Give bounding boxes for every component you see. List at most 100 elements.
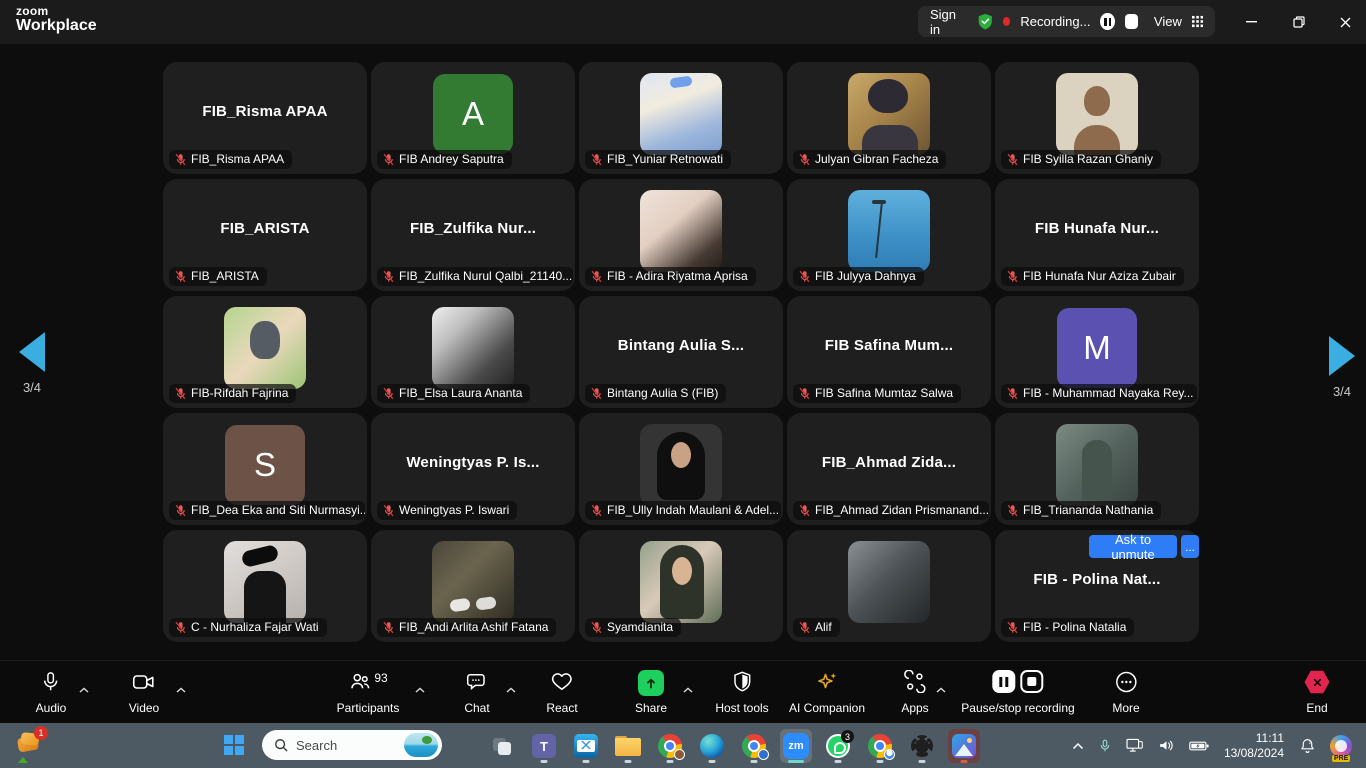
more-button[interactable]: More: [1112, 670, 1139, 715]
participant-tile[interactable]: Weningtyas P. Is... Weningtyas P. Iswari: [371, 413, 575, 525]
start-button[interactable]: [224, 735, 245, 756]
show-hidden-icons-button[interactable]: [1065, 723, 1091, 768]
apps-button[interactable]: Apps: [901, 670, 928, 715]
participant-tile[interactable]: FIB_Risma APAA FIB_Risma APAA: [163, 62, 367, 174]
tray-microphone-icon[interactable]: [1091, 723, 1119, 768]
participant-tile[interactable]: Syamdianita: [579, 530, 783, 642]
apps-icon: [903, 670, 926, 693]
video-button[interactable]: Video: [129, 670, 159, 715]
participant-label: Bintang Aulia S (FIB): [585, 384, 726, 403]
video-options-caret[interactable]: [176, 680, 186, 698]
participants-options-caret[interactable]: [415, 680, 425, 698]
participant-tile[interactable]: FIB_Zulfika Nur... FIB_Zulfika Nurul Qal…: [371, 179, 575, 291]
ai-companion-sparkle-icon: [815, 670, 839, 694]
participant-display-name: FIB Hunafa Nur...: [1035, 220, 1159, 237]
chrome-profile2-icon[interactable]: [738, 729, 770, 763]
gallery-view-grid-icon[interactable]: [1192, 15, 1203, 28]
participant-tile[interactable]: FIB Julyya Dahnya: [787, 179, 991, 291]
share-screen-button[interactable]: Share: [635, 670, 667, 715]
participant-tile[interactable]: FIB_Ully Indah Maulani & Adel...: [579, 413, 783, 525]
window-restore-button[interactable]: [1276, 0, 1322, 44]
search-highlight-image[interactable]: [404, 733, 438, 757]
copilot-button[interactable]: PRE: [1323, 723, 1366, 768]
muted-mic-icon: [590, 504, 603, 517]
edge-browser-icon[interactable]: [696, 729, 728, 763]
tray-volume-icon[interactable]: [1151, 723, 1182, 768]
sign-in-button[interactable]: Sign in: [930, 7, 964, 37]
window-close-button[interactable]: [1322, 0, 1366, 44]
page-indicator-left: 3/4: [12, 380, 52, 395]
share-options-caret[interactable]: [683, 680, 693, 698]
react-button[interactable]: React: [546, 670, 577, 715]
system-tray: 11:11 13/08/2024 z PRE: [1065, 723, 1366, 768]
photos-app-icon[interactable]: [948, 729, 980, 763]
participant-tile[interactable]: Bintang Aulia S... Bintang Aulia S (FIB): [579, 296, 783, 408]
participant-tile[interactable]: S FIB_Dea Eka and Siti Nurmasyi...: [163, 413, 367, 525]
participant-tile[interactable]: FIB Safina Mum... FIB Safina Mumtaz Salw…: [787, 296, 991, 408]
stop-recording-button[interactable]: [1125, 14, 1138, 29]
taskbar-clock[interactable]: 11:11 13/08/2024: [1216, 731, 1292, 761]
teams-app-icon[interactable]: T: [528, 729, 560, 763]
apps-options-caret[interactable]: [936, 680, 946, 698]
chat-button[interactable]: Chat: [464, 670, 489, 715]
task-view-button[interactable]: [486, 729, 518, 763]
participant-tile[interactable]: FIB_Yuniar Retnowati: [579, 62, 783, 174]
previous-page-arrow-icon[interactable]: [19, 332, 45, 372]
participant-label: Syamdianita: [585, 618, 681, 637]
participant-photo: [1056, 73, 1138, 155]
muted-mic-icon: [382, 504, 395, 517]
chrome-profile1-icon[interactable]: [654, 729, 686, 763]
participants-icon: [348, 670, 371, 693]
participant-tile[interactable]: FIB_Andi Arlita Ashif Fatana: [371, 530, 575, 642]
muted-mic-icon: [798, 621, 811, 634]
notification-bell-icon[interactable]: z: [1292, 723, 1323, 768]
participant-tile[interactable]: Julyan Gibran Facheza: [787, 62, 991, 174]
participant-tile[interactable]: FIB_Elsa Laura Ananta: [371, 296, 575, 408]
whatsapp-icon[interactable]: 3: [822, 729, 854, 763]
participant-tile[interactable]: C - Nurhaliza Fajar Wati: [163, 530, 367, 642]
pause-recording-icon-button[interactable]: [993, 670, 1016, 693]
participant-tile[interactable]: A FIB Andrey Saputra: [371, 62, 575, 174]
chat-options-caret[interactable]: [506, 680, 516, 698]
unmute-more-options-button[interactable]: ...: [1181, 535, 1199, 558]
chrome-profile3-icon[interactable]: [864, 729, 896, 763]
search-input[interactable]: Search: [262, 730, 442, 760]
participant-label: FIB_ARISTA: [169, 267, 267, 286]
participants-button[interactable]: 93 Participants: [337, 670, 400, 715]
host-tools-button[interactable]: Host tools: [715, 670, 768, 715]
participant-tile[interactable]: FIB-Rifdah Fajrina: [163, 296, 367, 408]
participant-label: FIB_Andi Arlita Ashif Fatana: [377, 618, 556, 637]
audio-button[interactable]: Audio: [36, 670, 67, 715]
ai-companion-button[interactable]: AI Companion: [789, 670, 865, 715]
next-page-nav[interactable]: 3/4: [1322, 336, 1362, 399]
zoom-app-icon[interactable]: zm: [780, 729, 812, 763]
stop-recording-icon-button[interactable]: [1021, 670, 1044, 693]
participant-tile[interactable]: M FIB - Muhammad Nayaka Rey...: [995, 296, 1199, 408]
participant-tile[interactable]: FIB_ARISTA FIB_ARISTA: [163, 179, 367, 291]
settings-app-icon[interactable]: [906, 729, 938, 763]
pause-recording-button[interactable]: [1100, 13, 1115, 30]
file-explorer-icon[interactable]: [612, 729, 644, 763]
tray-battery-icon[interactable]: [1182, 723, 1216, 768]
mail-app-icon[interactable]: [570, 729, 602, 763]
ask-to-unmute-button[interactable]: Ask to unmute: [1089, 535, 1177, 558]
participant-display-name: FIB_ARISTA: [220, 220, 309, 237]
participant-tile[interactable]: Alif: [787, 530, 991, 642]
participant-tile[interactable]: FIB - Adira Riyatma Aprisa: [579, 179, 783, 291]
audio-options-caret[interactable]: [79, 680, 89, 698]
window-minimize-button[interactable]: [1228, 0, 1274, 44]
view-button[interactable]: View: [1154, 14, 1182, 29]
end-meeting-button[interactable]: End: [1304, 670, 1330, 715]
next-page-arrow-icon[interactable]: [1329, 336, 1355, 376]
participant-grid: FIB_Risma APAA FIB_Risma APAA A FIB Andr…: [163, 62, 1199, 642]
zoom-workplace-window: zoom Workplace Sign in Recording... View…: [0, 0, 1366, 768]
participant-tile[interactable]: FIB Syilla Razan Ghaniy: [995, 62, 1199, 174]
participant-tile[interactable]: FIB Hunafa Nur... FIB Hunafa Nur Aziza Z…: [995, 179, 1199, 291]
participant-tile[interactable]: FIB_Ahmad Zida... FIB_Ahmad Zidan Prisma…: [787, 413, 991, 525]
muted-mic-icon: [382, 621, 395, 634]
participant-tile[interactable]: FIB_Triananda Nathania: [995, 413, 1199, 525]
tray-display-icon[interactable]: [1119, 723, 1151, 768]
previous-page-nav[interactable]: 3/4: [12, 332, 52, 395]
muted-mic-icon: [1006, 270, 1019, 283]
widgets-button[interactable]: 1: [16, 731, 44, 759]
